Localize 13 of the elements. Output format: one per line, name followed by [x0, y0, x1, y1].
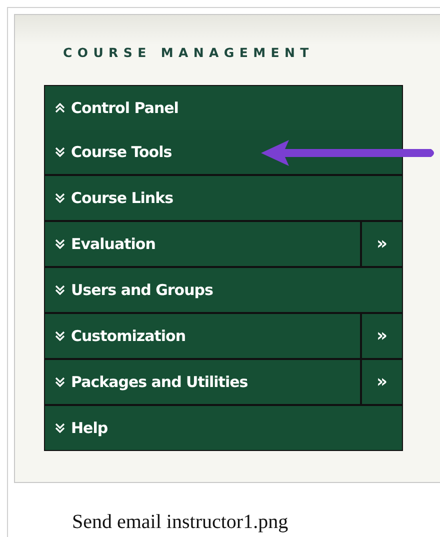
image-caption: Send email instructor1.png [72, 511, 290, 534]
submenu-link[interactable]: » [360, 314, 402, 358]
chevron-up-icon [55, 103, 65, 113]
panel-title: COURSE MANAGEMENT [63, 45, 314, 60]
chevron-down-icon [55, 285, 65, 295]
submenu-link[interactable]: » [360, 222, 402, 266]
submenu-link[interactable]: » [360, 360, 402, 404]
chevron-down-icon [55, 331, 65, 341]
chevron-down-icon [55, 423, 65, 433]
chevron-down-icon [55, 193, 65, 203]
chevron-down-icon [55, 239, 65, 249]
chevron-down-icon [55, 147, 65, 157]
chevron-down-icon [55, 377, 65, 387]
